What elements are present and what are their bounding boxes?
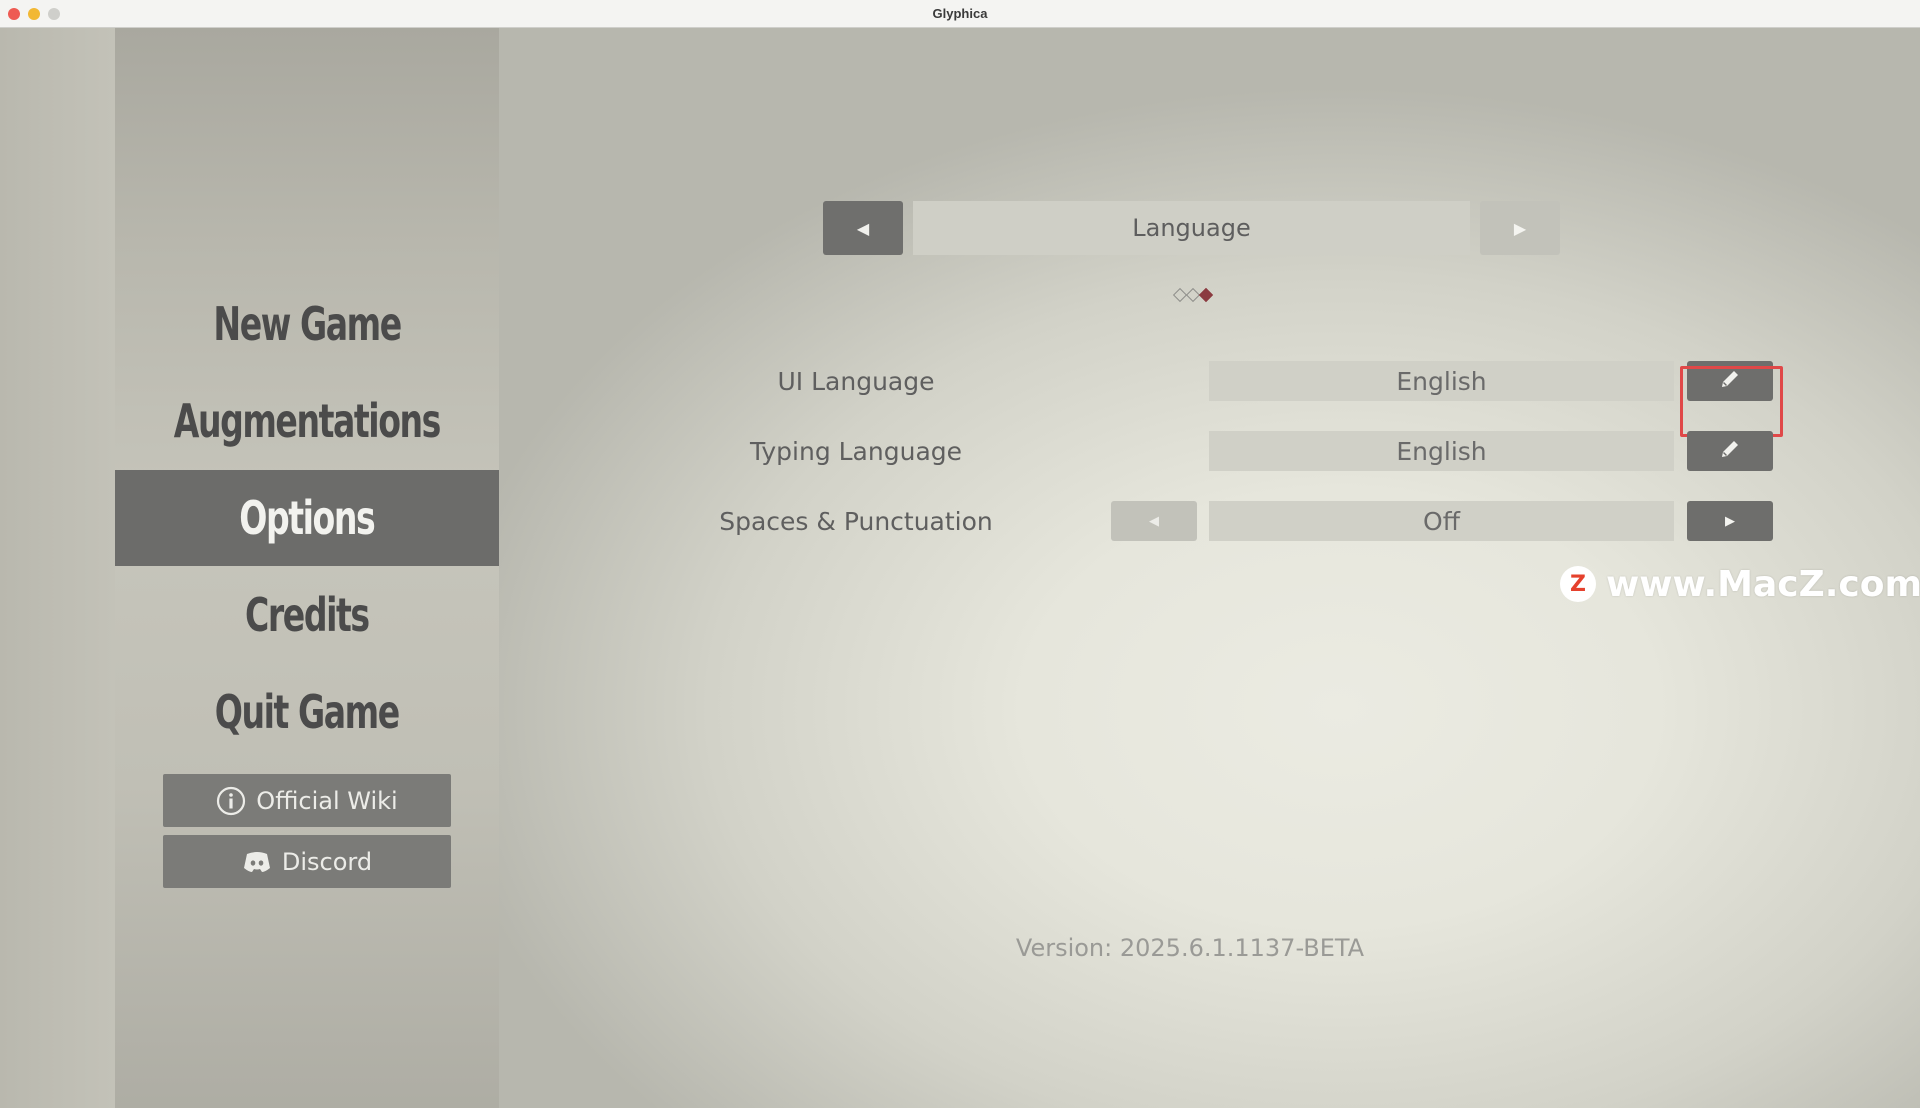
highlight-box [1680, 366, 1783, 437]
official-wiki-button[interactable]: Official Wiki [163, 774, 451, 827]
pencil-icon [1718, 437, 1742, 465]
left-triangle-icon: ◀ [1149, 513, 1159, 529]
page-indicator [1168, 287, 1218, 303]
menu-credits-label: Credits [245, 588, 370, 642]
watermark-text: www.MacZ.com [1606, 563, 1920, 605]
game-screen: New Game Augmentations Options Credits Q… [0, 28, 1920, 1108]
prev-page-button[interactable]: ◀ [823, 201, 903, 255]
ui-language-label: UI Language [777, 366, 935, 396]
official-wiki-label: Official Wiki [256, 786, 398, 815]
window-titlebar: Glyphica [0, 0, 1920, 28]
menu-options[interactable]: Options [115, 470, 499, 566]
menu-options-label: Options [239, 491, 375, 545]
menu-augmentations[interactable]: Augmentations [115, 373, 499, 469]
typing-language-value: English [1209, 431, 1674, 471]
window-title: Glyphica [932, 6, 988, 21]
typing-language-label: Typing Language [749, 436, 963, 466]
spaces-punctuation-next-button[interactable]: ▶ [1687, 501, 1773, 541]
info-icon [216, 786, 246, 816]
left-margin [0, 28, 115, 1108]
menu-credits[interactable]: Credits [115, 567, 499, 663]
options-page-title: Language [913, 201, 1470, 255]
watermark-logo-icon: Z [1560, 566, 1596, 602]
version-text: Version: 2025.6.1.1137-BETA [1015, 934, 1365, 962]
ui-language-value: English [1209, 361, 1674, 401]
menu-new-game-label: New Game [213, 297, 402, 351]
spaces-punctuation-prev-button[interactable]: ◀ [1111, 501, 1197, 541]
discord-button[interactable]: Discord [163, 835, 451, 888]
left-triangle-icon: ◀ [856, 218, 870, 238]
discord-label: Discord [281, 847, 373, 876]
watermark: Z www.MacZ.com [1560, 562, 1920, 606]
main-menu-sidebar: New Game Augmentations Options Credits Q… [115, 28, 499, 1108]
right-triangle-icon: ▶ [1725, 513, 1735, 529]
page-dot-3-active [1198, 287, 1214, 303]
spaces-punctuation-label: Spaces & Punctuation [719, 506, 993, 536]
typing-language-edit-button[interactable] [1687, 431, 1773, 471]
menu-quit-game-label: Quit Game [214, 685, 400, 739]
menu-augmentations-label: Augmentations [173, 394, 442, 448]
menu-quit-game[interactable]: Quit Game [115, 664, 499, 760]
next-page-button[interactable]: ▶ [1480, 201, 1560, 255]
right-triangle-icon: ▶ [1513, 218, 1527, 238]
menu-new-game[interactable]: New Game [115, 276, 499, 372]
spaces-punctuation-value: Off [1209, 501, 1674, 541]
discord-icon [242, 850, 272, 874]
